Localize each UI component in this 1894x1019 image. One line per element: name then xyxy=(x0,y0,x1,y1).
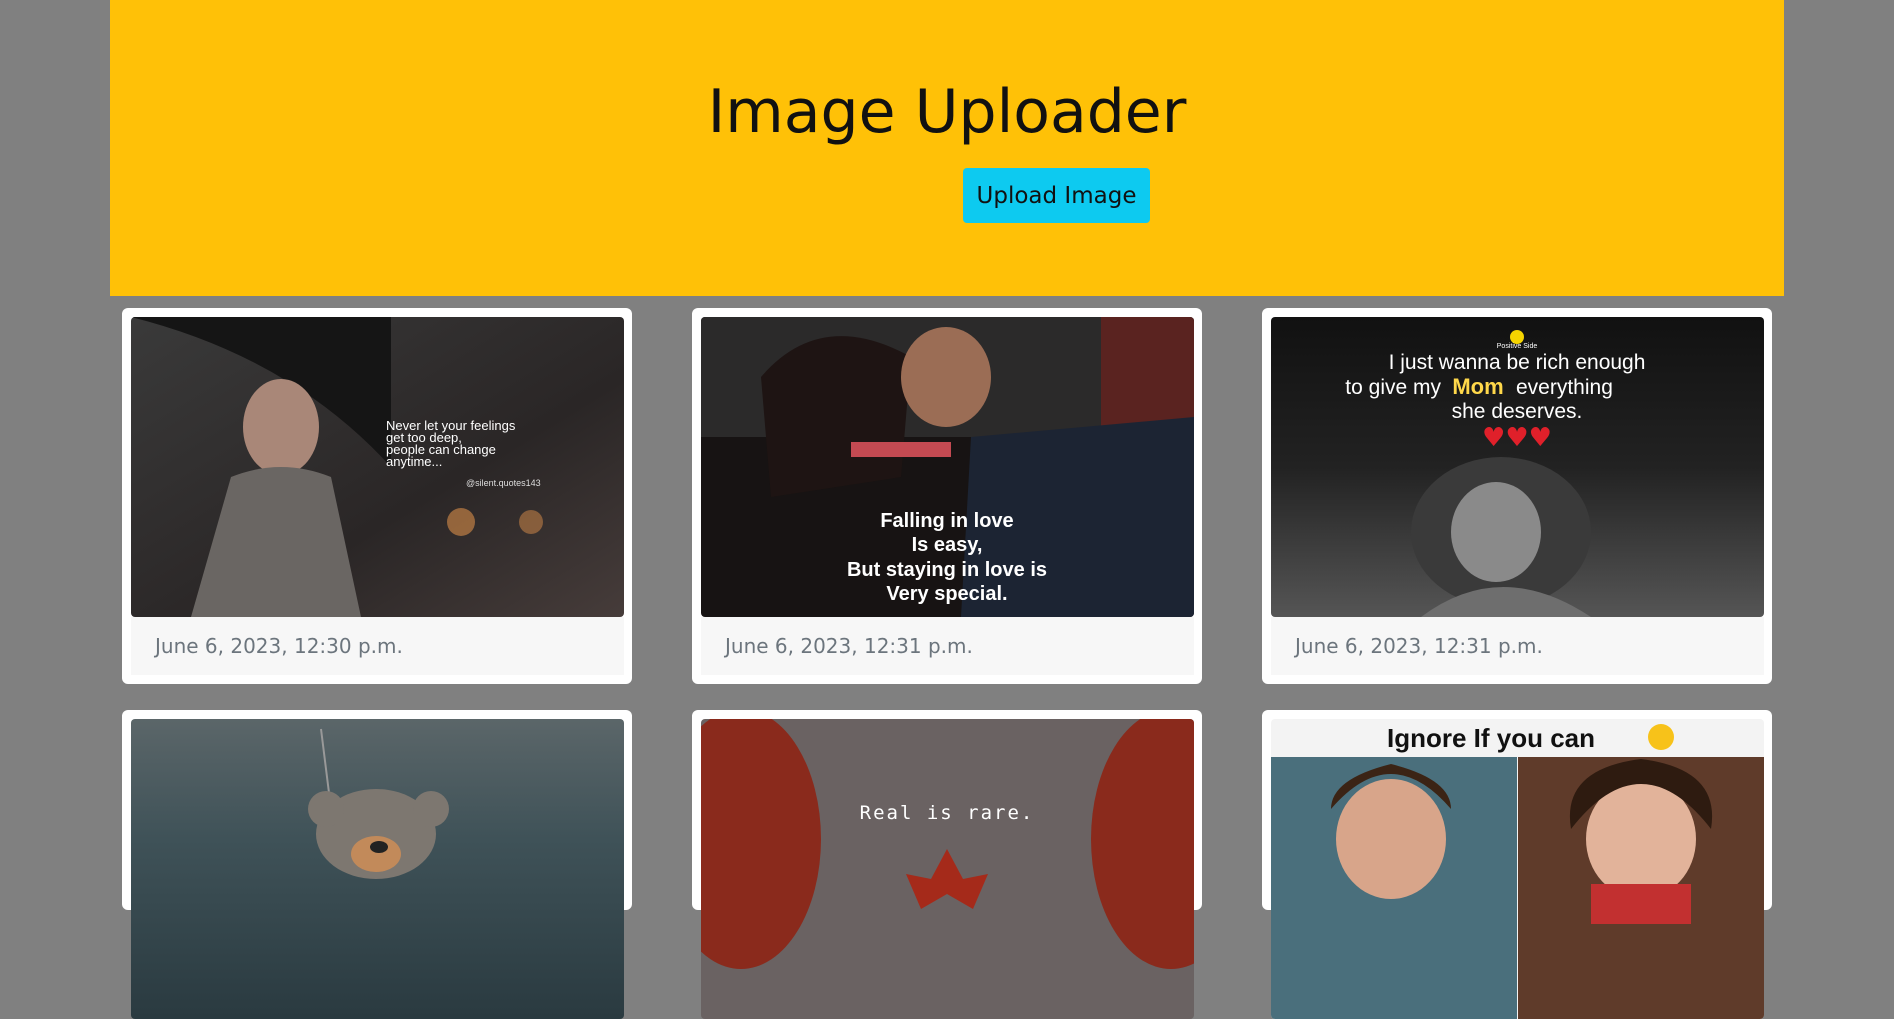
card-footer: June 6, 2023, 12:31 p.m. xyxy=(1271,617,1764,675)
card-footer: June 6, 2023, 12:30 p.m. xyxy=(131,617,624,675)
svg-text:to give my: to give my xyxy=(1345,376,1441,399)
card-image[interactable]: Never let your feelings get too deep, pe… xyxy=(131,317,624,617)
smiley-heart-eyes-icon xyxy=(1648,724,1674,750)
image-card[interactable]: Real is rare. xyxy=(692,710,1202,1019)
image-teddy-bear xyxy=(131,719,624,1019)
image-card[interactable]: Falling in love Is easy, But staying in … xyxy=(692,308,1202,684)
image-woman-umbrella: Never let your feelings get too deep, pe… xyxy=(131,317,624,617)
card-caption: Real is rare. xyxy=(860,802,1035,824)
card-caption: Falling in love xyxy=(880,510,1013,532)
header-banner: Image Uploader Upload Image xyxy=(110,0,1784,296)
svg-text:everything: everything xyxy=(1516,376,1613,399)
upload-image-button[interactable]: Upload Image xyxy=(963,168,1150,223)
page-title: Image Uploader xyxy=(707,77,1187,147)
svg-text:But staying in love is: But staying in love is xyxy=(847,559,1047,581)
card-image[interactable]: Ignore If you can xyxy=(1271,719,1764,1019)
image-kids-ignore: Ignore If you can xyxy=(1271,719,1764,1019)
upload-date: June 6, 2023, 12:31 p.m. xyxy=(725,634,973,658)
card-caption: I just wanna be rich enough xyxy=(1389,351,1646,374)
image-card[interactable]: Positive Side I just wanna be rich enoug… xyxy=(1262,308,1772,684)
upload-date: June 6, 2023, 12:30 p.m. xyxy=(155,634,403,658)
heart-icon: ♥♥♥ xyxy=(1482,423,1552,453)
card-footer: June 6, 2023, 12:31 p.m. xyxy=(701,617,1194,675)
card-image[interactable] xyxy=(131,719,624,1019)
card-image[interactable]: Real is rare. xyxy=(701,719,1194,1019)
image-maple-leaf: Real is rare. xyxy=(701,719,1194,1019)
svg-text:anytime...: anytime... xyxy=(386,454,442,469)
card-image[interactable]: Positive Side I just wanna be rich enoug… xyxy=(1271,317,1764,617)
card-image[interactable]: Falling in love Is easy, But staying in … xyxy=(701,317,1194,617)
svg-text:Very special.: Very special. xyxy=(886,583,1007,605)
brand-label: Positive Side xyxy=(1497,343,1538,350)
svg-text:Mom: Mom xyxy=(1452,374,1503,399)
image-card[interactable]: Ignore If you can xyxy=(1262,710,1772,1019)
svg-text:she deserves.: she deserves. xyxy=(1452,400,1583,423)
upload-date: June 6, 2023, 12:31 p.m. xyxy=(1295,634,1543,658)
image-couple: Falling in love Is easy, But staying in … xyxy=(701,317,1194,617)
svg-text:Is easy,: Is easy, xyxy=(912,534,983,556)
image-mom-quote: Positive Side I just wanna be rich enoug… xyxy=(1271,317,1764,617)
image-card[interactable] xyxy=(122,710,632,1019)
svg-text:@silent.quotes143: @silent.quotes143 xyxy=(466,478,541,488)
card-caption: Ignore If you can xyxy=(1387,723,1595,753)
image-card[interactable]: Never let your feelings get too deep, pe… xyxy=(122,308,632,684)
